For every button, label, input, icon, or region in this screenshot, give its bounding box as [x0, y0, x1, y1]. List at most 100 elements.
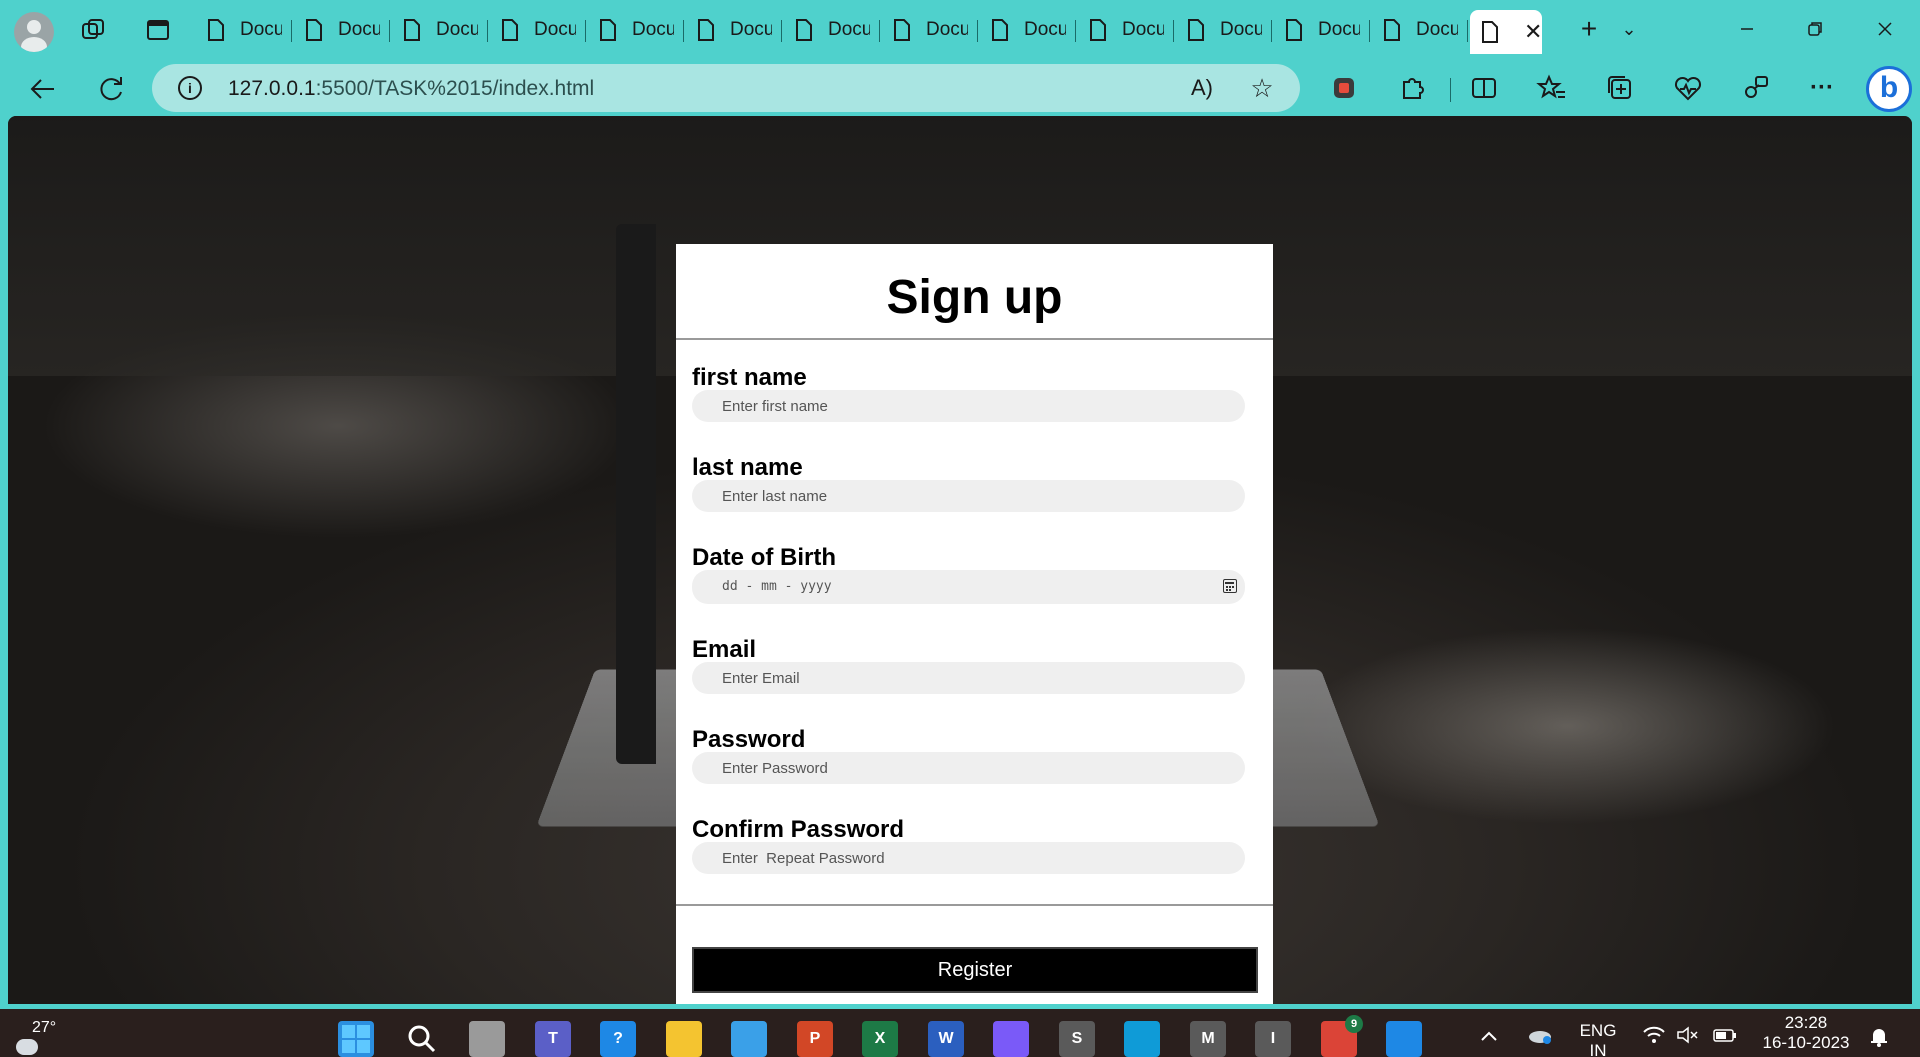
read-aloud-icon[interactable]: A)	[1188, 74, 1216, 102]
tab-separator	[487, 20, 488, 42]
get-help-icon[interactable]: ?	[600, 1021, 636, 1057]
app-m-icon[interactable]: M	[1190, 1021, 1226, 1057]
extensions-puzzle-icon[interactable]	[1396, 72, 1428, 104]
chrome-icon[interactable]: 9	[1321, 1015, 1363, 1057]
password-input[interactable]	[692, 752, 1245, 784]
tab-actions-icon[interactable]	[144, 16, 172, 44]
tab-6[interactable]: Docu	[686, 12, 782, 48]
refresh-icon[interactable]	[94, 72, 128, 106]
weather-widget[interactable]: 27°	[10, 1013, 56, 1055]
tab-label: Docu	[828, 19, 870, 40]
input-language[interactable]: ENG IN	[1578, 1021, 1618, 1057]
tab-label: Docu	[240, 19, 282, 40]
tab-separator	[585, 20, 586, 42]
performance-icon[interactable]	[1740, 72, 1772, 104]
favorite-star-icon[interactable]: ☆	[1248, 74, 1276, 102]
battery-icon[interactable]	[1712, 1025, 1738, 1045]
tab-13[interactable]: Docu	[1372, 12, 1468, 48]
workspaces-icon[interactable]	[80, 16, 108, 44]
dob-label: Date of Birth	[692, 544, 836, 571]
word-icon[interactable]: W	[928, 1021, 964, 1057]
app-i-icon[interactable]: I	[1255, 1021, 1291, 1057]
copilot-icon[interactable]: b	[1866, 66, 1912, 112]
last-name-input[interactable]	[692, 480, 1245, 512]
language-code: ENG	[1579, 1021, 1617, 1040]
tab-5[interactable]: Docu	[588, 12, 684, 48]
background-photo-laptop-screen	[616, 224, 656, 764]
restore-icon[interactable]	[1800, 14, 1830, 44]
document-icon	[992, 19, 1008, 41]
tab-separator	[977, 20, 978, 42]
tab-separator	[879, 20, 880, 42]
collections-icon[interactable]	[1604, 72, 1636, 104]
site-info-icon[interactable]: i	[178, 76, 202, 100]
more-options-icon[interactable]: ···	[1806, 72, 1838, 104]
clock-time: 23:28	[1784, 1013, 1828, 1032]
document-icon	[1482, 21, 1498, 43]
tab-9[interactable]: Docu	[980, 12, 1076, 48]
search-icon[interactable]	[404, 1021, 440, 1057]
tab-2[interactable]: Docu	[294, 12, 390, 48]
first-name-label: first name	[692, 364, 807, 391]
tab-4[interactable]: Docu	[490, 12, 586, 48]
tab-8[interactable]: Docu	[882, 12, 978, 48]
email-input[interactable]	[692, 662, 1245, 694]
teams-icon[interactable]: T	[535, 1021, 571, 1057]
tab-11[interactable]: Docu	[1176, 12, 1272, 48]
password-label: Password	[692, 726, 806, 753]
copilot-app-icon[interactable]	[993, 1021, 1029, 1057]
excel-icon[interactable]: X	[862, 1021, 898, 1057]
tab-3[interactable]: Docu	[392, 12, 488, 48]
signup-title: Sign up	[886, 271, 1063, 324]
powerpoint-icon[interactable]: P	[797, 1021, 833, 1057]
tab-12[interactable]: Docu	[1274, 12, 1370, 48]
tab-label: Docu	[730, 19, 772, 40]
tab-label: Docu	[1318, 19, 1360, 40]
register-button[interactable]: Register	[692, 947, 1258, 993]
first-name-input[interactable]	[692, 390, 1245, 422]
volume-muted-icon[interactable]	[1676, 1025, 1700, 1045]
tab-list-chevron-icon[interactable]: ⌄	[1614, 14, 1644, 44]
vscode-icon[interactable]	[1386, 1021, 1422, 1057]
profile-avatar[interactable]	[14, 12, 54, 52]
file-explorer-icon[interactable]	[666, 1021, 702, 1057]
favorites-icon[interactable]	[1536, 72, 1568, 104]
document-icon	[306, 19, 322, 41]
show-hidden-icons-chevron-icon[interactable]	[1480, 1029, 1498, 1043]
new-tab-button[interactable]: +	[1574, 14, 1604, 44]
notifications-bell-icon[interactable]	[1868, 1025, 1890, 1047]
browser-essentials-icon[interactable]	[1672, 72, 1704, 104]
tab-7[interactable]: Docu	[784, 12, 880, 48]
calendar-icon[interactable]	[1223, 579, 1237, 593]
task-view-icon[interactable]	[469, 1021, 505, 1057]
close-tab-icon[interactable]: ✕	[1524, 19, 1542, 45]
address-url[interactable]: 127.0.0.1:5500/TASK%2015/index.html	[228, 77, 594, 101]
tab-10[interactable]: Docu	[1078, 12, 1174, 48]
minimize-icon[interactable]	[1732, 14, 1762, 44]
start-icon[interactable]	[338, 1021, 374, 1057]
address-bar[interactable]: i 127.0.0.1:5500/TASK%2015/index.html A)…	[152, 64, 1300, 112]
edge-icon[interactable]	[1124, 1021, 1160, 1057]
tab-separator	[781, 20, 782, 42]
split-screen-icon[interactable]	[1468, 72, 1500, 104]
photos-icon[interactable]	[731, 1021, 767, 1057]
tab-label: Docu	[926, 19, 968, 40]
document-icon	[1090, 19, 1106, 41]
document-icon	[1286, 19, 1302, 41]
onedrive-icon[interactable]	[1526, 1025, 1554, 1045]
form-divider	[676, 904, 1273, 906]
document-icon	[796, 19, 812, 41]
wifi-icon[interactable]	[1642, 1025, 1666, 1045]
clock[interactable]: 23:28 16-10-2023	[1756, 1013, 1856, 1053]
browser-toolbar: i 127.0.0.1:5500/TASK%2015/index.html A)…	[0, 60, 1920, 116]
app-s-icon[interactable]: S	[1059, 1021, 1095, 1057]
tab-active[interactable]: I ✕	[1470, 10, 1542, 54]
tab-label: Docu	[632, 19, 674, 40]
back-icon[interactable]	[26, 72, 60, 106]
dob-input[interactable]: dd - mm - yyyy	[692, 570, 1245, 604]
tab-separator	[291, 20, 292, 42]
confirm-password-input[interactable]	[692, 842, 1245, 874]
extension-app-icon[interactable]	[1328, 72, 1360, 104]
close-window-icon[interactable]	[1870, 14, 1900, 44]
tab-1[interactable]: Docu	[196, 12, 292, 48]
